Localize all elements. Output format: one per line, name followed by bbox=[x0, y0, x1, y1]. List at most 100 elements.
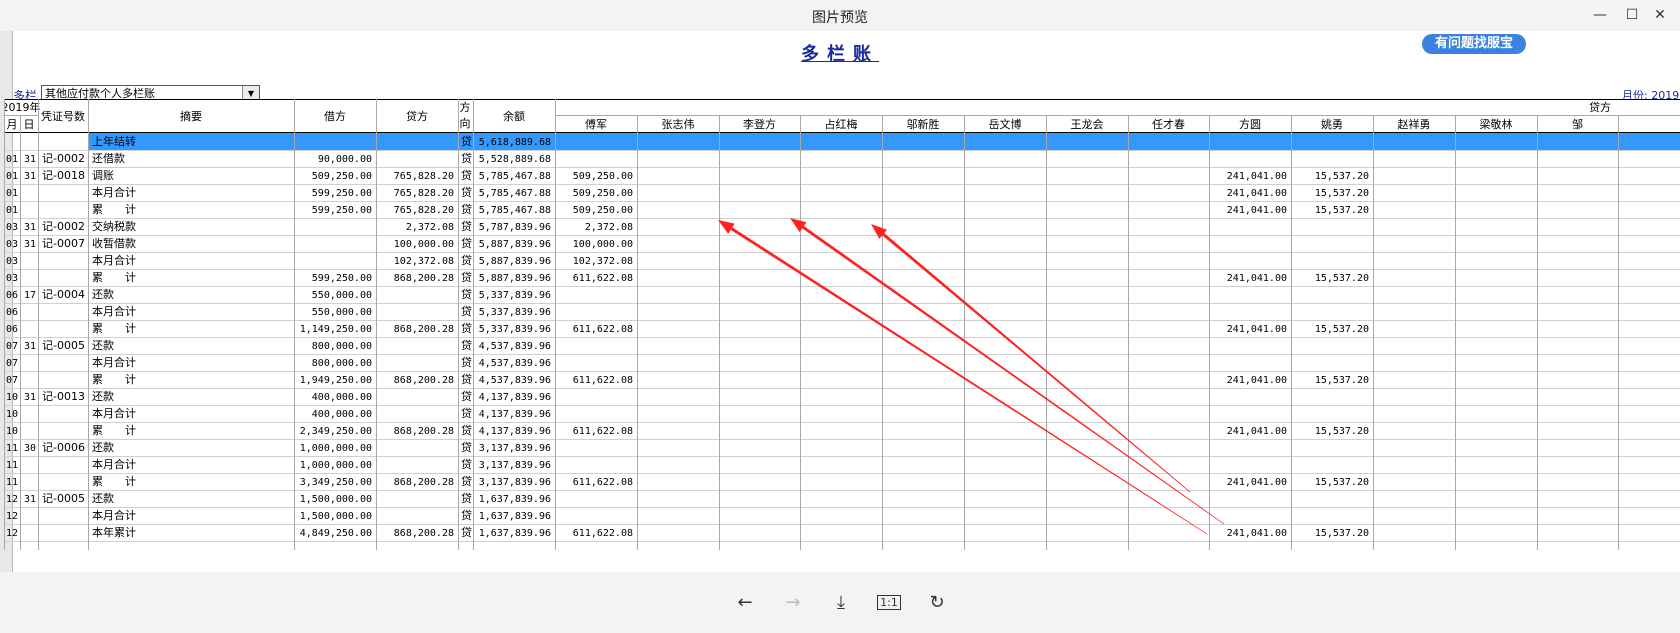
cell-month: 10 bbox=[6, 392, 18, 403]
cell-month: 03 bbox=[6, 239, 18, 250]
cell-balance: 5,618,889.68 bbox=[479, 137, 551, 148]
cell-direction: 贷 bbox=[461, 457, 472, 471]
ledger-grid: 2019年月 日凭证号数 摘要 借方 贷方 方向 余额 贷方傅军 张志伟 李登方 占红梅 邬新胜 岳文博… bbox=[4, 99, 1680, 550]
cell-voucher: 记-0005 bbox=[42, 492, 85, 505]
cell-debit: 599,250.00 bbox=[312, 188, 372, 199]
cell-yaoyong: 15,537.20 bbox=[1315, 528, 1369, 539]
month-header: 月 bbox=[7, 118, 18, 131]
cell-day: 31 bbox=[24, 171, 36, 182]
cell-summary: 累 计 bbox=[92, 203, 136, 216]
cell-direction: 贷 bbox=[461, 202, 472, 216]
cell-month: 12 bbox=[6, 528, 18, 539]
cell-summary: 本月合计 bbox=[92, 406, 136, 420]
download-icon[interactable]: ⤓ bbox=[826, 589, 856, 615]
cell-month: 06 bbox=[6, 290, 18, 301]
cell-debit: 1,500,000.00 bbox=[300, 511, 372, 522]
person-header: 赵祥勇 bbox=[1398, 117, 1431, 131]
cell-credit: 868,200.28 bbox=[394, 375, 454, 386]
balance-header: 余额 bbox=[503, 109, 525, 123]
close-button[interactable]: ✕ bbox=[1640, 2, 1680, 28]
cell-balance: 1,637,839.96 bbox=[479, 528, 551, 539]
cell-direction: 贷 bbox=[461, 491, 472, 505]
cell-day: 31 bbox=[24, 494, 36, 505]
cell-month: 03 bbox=[6, 256, 18, 267]
cell-direction: 贷 bbox=[461, 219, 472, 233]
cell-summary: 收暂借款 bbox=[92, 236, 136, 250]
cell-month: 01 bbox=[6, 154, 18, 165]
cell-balance: 4,137,839.96 bbox=[479, 409, 551, 420]
help-badge[interactable]: 有问题找服宝 bbox=[1422, 34, 1526, 54]
cell-yaoyong: 15,537.20 bbox=[1315, 375, 1369, 386]
cell-direction: 贷 bbox=[461, 525, 472, 539]
cell-direction: 贷 bbox=[461, 270, 472, 284]
cell-direction: 贷 bbox=[461, 168, 472, 182]
cell-credit: 868,200.28 bbox=[394, 477, 454, 488]
cell-credit: 102,372.08 bbox=[394, 256, 454, 267]
cell-debit: 599,250.00 bbox=[312, 205, 372, 216]
selected-row-highlight bbox=[88, 133, 1680, 150]
cell-direction: 贷 bbox=[461, 185, 472, 199]
cell-day: 31 bbox=[24, 154, 36, 165]
cell-balance: 5,337,839.96 bbox=[479, 324, 551, 335]
cell-summary: 还款 bbox=[92, 389, 114, 403]
summary-header: 摘要 bbox=[180, 109, 202, 123]
cell-month: 06 bbox=[6, 307, 18, 318]
cell-balance: 4,537,839.96 bbox=[479, 358, 551, 369]
cell-month: 12 bbox=[6, 494, 18, 505]
cell-direction: 贷 bbox=[461, 389, 472, 403]
person-header: 傅军 bbox=[585, 117, 607, 131]
cell-direction: 贷 bbox=[461, 372, 472, 386]
cell-fangyuan: 241,041.00 bbox=[1227, 477, 1287, 488]
cell-fangyuan: 241,041.00 bbox=[1227, 324, 1287, 335]
credit-group-header: 贷方 bbox=[1589, 100, 1611, 114]
back-icon[interactable]: ← bbox=[730, 589, 760, 615]
rotate-icon[interactable]: ↻ bbox=[922, 589, 952, 615]
cell-summary: 累 计 bbox=[92, 424, 136, 437]
cell-balance: 3,137,839.96 bbox=[479, 477, 551, 488]
actual-size-label: 1:1 bbox=[877, 594, 901, 610]
cell-debit: 400,000.00 bbox=[312, 392, 372, 403]
cell-credit: 868,200.28 bbox=[394, 528, 454, 539]
direction-header-top: 方 bbox=[460, 100, 471, 114]
cell-credit: 765,828.20 bbox=[394, 171, 454, 182]
forward-icon[interactable]: → bbox=[778, 589, 808, 615]
person-header: 王龙会 bbox=[1071, 118, 1104, 131]
cell-balance: 4,537,839.96 bbox=[479, 375, 551, 386]
image-viewport: 多栏账 有问题找服宝 多栏 其他应付款个人多栏账 ▼ 月份: 2019 2019… bbox=[0, 31, 1680, 572]
cell-fujun: 611,622.08 bbox=[573, 375, 633, 386]
cell-direction: 贷 bbox=[461, 151, 472, 165]
cell-yaoyong: 15,537.20 bbox=[1315, 171, 1369, 182]
cell-summary: 本年累计 bbox=[92, 525, 136, 539]
cell-summary: 累 计 bbox=[92, 271, 136, 284]
cell-month: 01 bbox=[6, 171, 18, 182]
cell-fangyuan: 241,041.00 bbox=[1227, 273, 1287, 284]
cell-voucher: 记-0002 bbox=[42, 152, 85, 165]
cell-voucher: 记-0006 bbox=[42, 441, 85, 454]
cell-voucher: 记-0018 bbox=[42, 169, 85, 182]
cell-balance: 1,637,839.96 bbox=[479, 511, 551, 522]
cell-fujun: 611,622.08 bbox=[573, 477, 633, 488]
cell-yaoyong: 15,537.20 bbox=[1315, 205, 1369, 216]
cell-summary: 本月合计 bbox=[92, 253, 136, 267]
cell-balance: 5,887,839.96 bbox=[479, 239, 551, 250]
cell-balance: 5,785,467.88 bbox=[479, 205, 551, 216]
cell-debit: 1,000,000.00 bbox=[300, 460, 372, 471]
cell-debit: 90,000.00 bbox=[318, 154, 372, 165]
cell-credit: 765,828.20 bbox=[394, 188, 454, 199]
cell-voucher: 记-0005 bbox=[42, 339, 85, 352]
cell-direction: 贷 bbox=[461, 134, 472, 148]
actual-size-icon[interactable]: 1:1 bbox=[874, 589, 904, 615]
cell-month: 03 bbox=[6, 222, 18, 233]
person-header: 占红梅 bbox=[825, 117, 858, 131]
cell-fujun: 611,622.08 bbox=[573, 324, 633, 335]
cell-summary: 还借款 bbox=[92, 151, 125, 165]
cell-day: 31 bbox=[24, 222, 36, 233]
cell-summary: 累 计 bbox=[92, 373, 136, 386]
voucher-header: 凭证号数 bbox=[41, 109, 85, 123]
cell-day: 31 bbox=[24, 239, 36, 250]
cell-voucher: 记-0013 bbox=[42, 390, 85, 403]
cell-debit: 4,849,250.00 bbox=[300, 528, 372, 539]
cell-balance: 3,137,839.96 bbox=[479, 443, 551, 454]
cell-summary: 还款 bbox=[92, 491, 114, 505]
cell-summary: 上年结转 bbox=[92, 134, 136, 148]
